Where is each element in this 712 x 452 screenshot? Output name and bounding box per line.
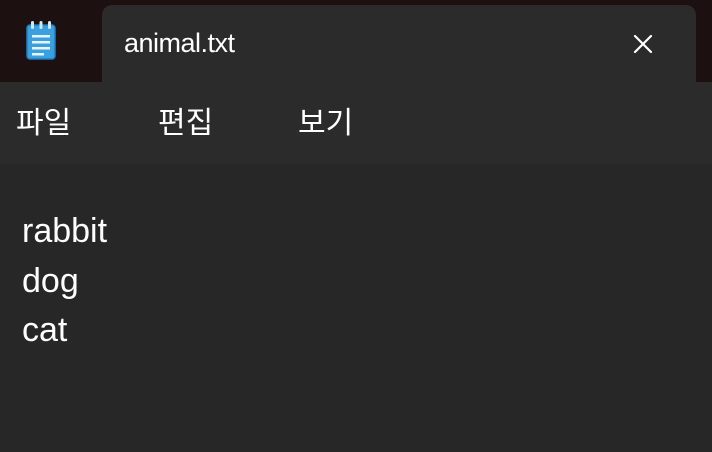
notepad-icon — [26, 20, 56, 60]
close-icon[interactable] — [626, 27, 660, 61]
text-line: dog — [22, 262, 79, 300]
menu-file[interactable]: 파일 — [16, 104, 71, 144]
tab-animal-txt[interactable]: animal.txt — [102, 5, 696, 82]
text-line: cat — [22, 311, 68, 349]
menu-view[interactable]: 보기 — [298, 104, 353, 144]
menu-bar: 파일 편집 보기 — [0, 82, 712, 164]
text-line: rabbit — [22, 212, 108, 250]
tab-title: animal.txt — [124, 28, 235, 58]
menu-edit[interactable]: 편집 — [158, 104, 213, 144]
notepad-window: animal.txt 파일 편집 보기 rabbit dog cat — [0, 0, 712, 452]
text-editor-area[interactable]: rabbit dog cat — [0, 164, 712, 452]
title-bar[interactable]: animal.txt — [0, 0, 712, 82]
